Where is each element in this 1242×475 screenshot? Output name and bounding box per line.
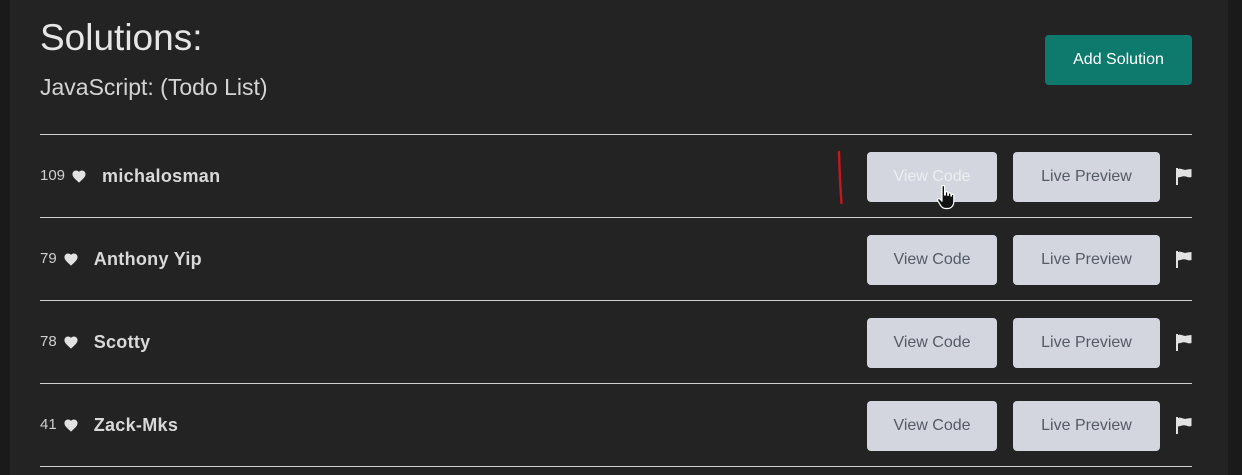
solution-author: michalosman [102, 166, 221, 186]
view-code-button[interactable]: View Code [867, 152, 997, 202]
view-code-button[interactable]: View Code [867, 318, 997, 368]
solutions-header: Solutions: JavaScript: (Todo List) Add S… [40, 0, 1192, 134]
page-title: Solutions: [40, 17, 203, 58]
live-preview-button[interactable]: Live Preview [1013, 318, 1160, 368]
live-preview-button[interactable]: Live Preview [1013, 235, 1160, 285]
flag-icon[interactable] [1175, 334, 1192, 351]
solution-author: Anthony Yip [93, 249, 202, 269]
live-preview-button[interactable]: Live Preview [1013, 152, 1160, 202]
heart-icon[interactable] [71, 169, 87, 183]
view-code-button[interactable]: View Code [867, 401, 997, 451]
likes-group: 109 michalosman [40, 165, 220, 187]
likes-group: 78 Scotty [40, 331, 151, 353]
solution-row: 79 Anthony Yip View Code Live Preview [40, 217, 1192, 300]
solution-author: Zack-Mks [93, 415, 179, 435]
page-subtitle: JavaScript: (Todo List) [40, 74, 268, 100]
like-count: 78 [40, 333, 57, 350]
live-preview-button[interactable]: Live Preview [1013, 401, 1160, 451]
solutions-panel: Solutions: JavaScript: (Todo List) Add S… [10, 0, 1228, 475]
heart-icon[interactable] [63, 335, 79, 349]
heart-icon[interactable] [63, 418, 79, 432]
like-count: 41 [40, 416, 57, 433]
flag-icon[interactable] [1175, 417, 1192, 434]
add-solution-button[interactable]: Add Solution [1045, 35, 1192, 85]
flag-icon[interactable] [1175, 251, 1192, 268]
heart-icon[interactable] [63, 252, 79, 266]
likes-group: 79 Anthony Yip [40, 248, 202, 270]
view-code-button[interactable]: View Code [867, 235, 997, 285]
likes-group: 41 Zack-Mks [40, 414, 178, 436]
solution-row: 78 Scotty View Code Live Preview [40, 300, 1192, 383]
like-count: 109 [40, 167, 66, 184]
red-annotation-mark [837, 150, 843, 205]
solutions-list: 109 michalosman View Code Live Preview 7… [40, 134, 1192, 467]
solution-row: 109 michalosman View Code Live Preview [40, 134, 1192, 217]
like-count: 79 [40, 250, 57, 267]
hand-pointer-cursor [936, 184, 955, 210]
flag-icon[interactable] [1175, 168, 1192, 185]
solution-row: 41 Zack-Mks View Code Live Preview [40, 383, 1192, 467]
solution-author: Scotty [93, 332, 151, 352]
